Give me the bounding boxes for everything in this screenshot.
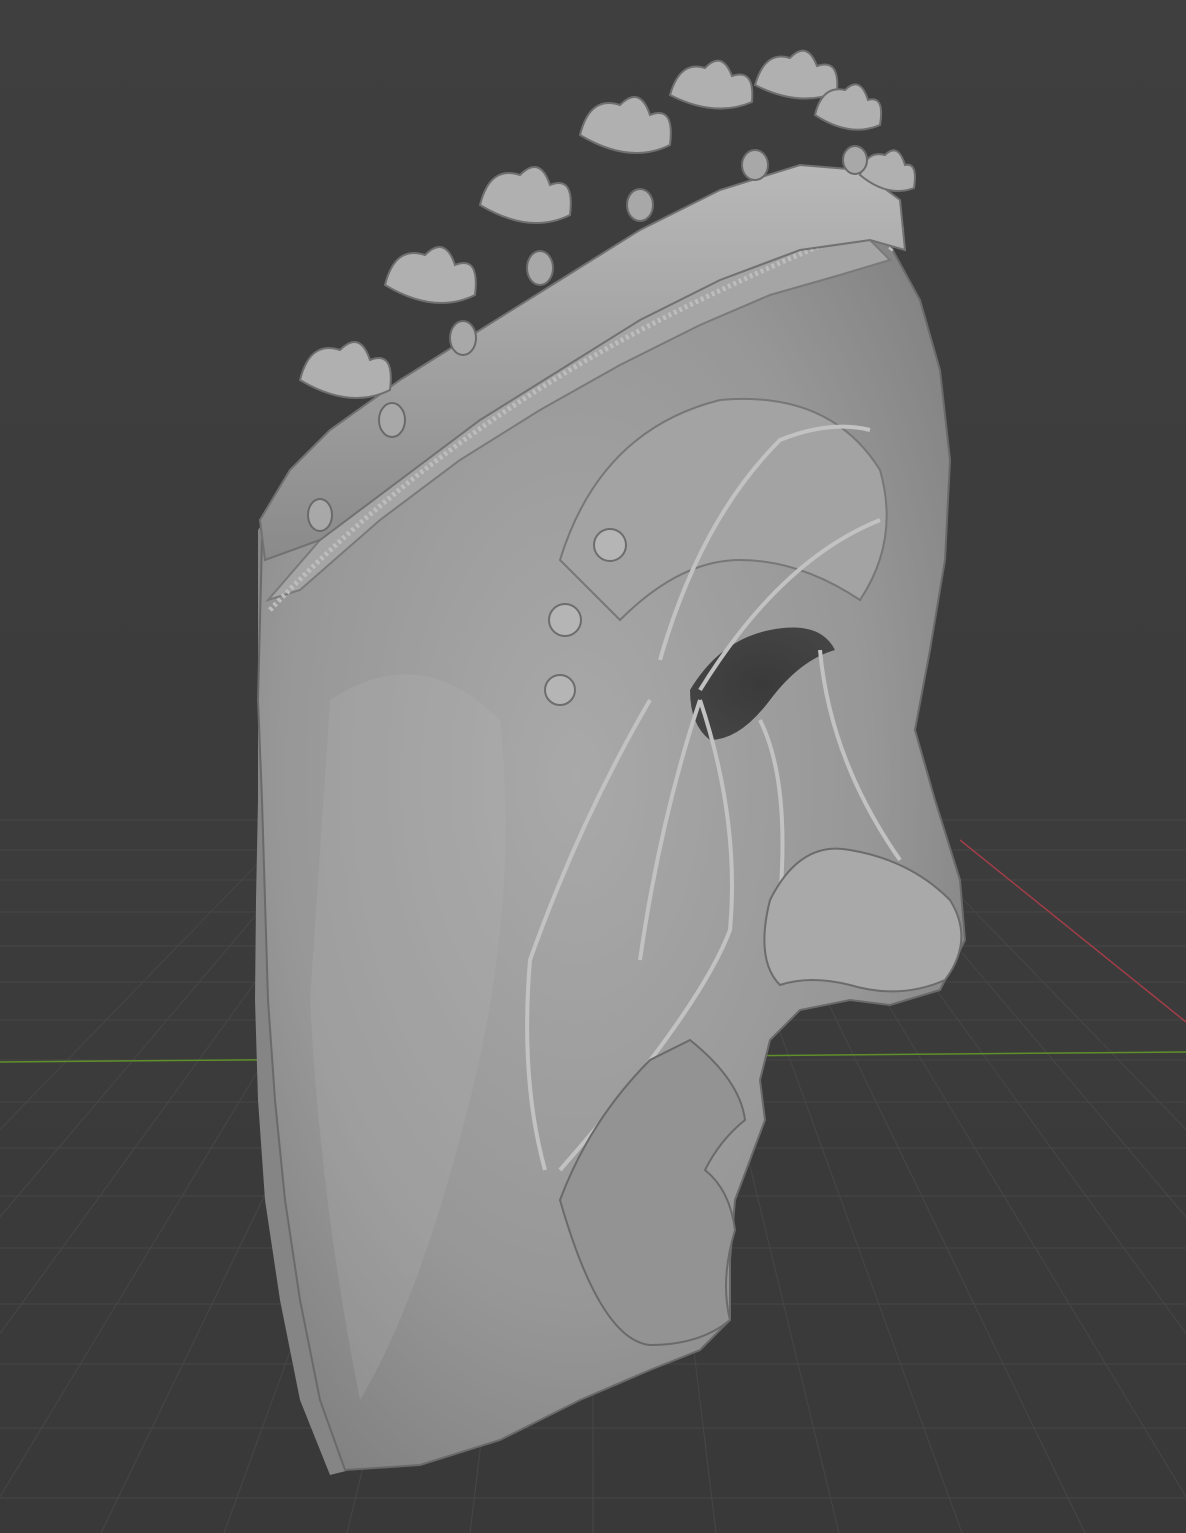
3d-viewport[interactable] [0,0,1186,1533]
viewport-canvas[interactable] [0,0,1186,1533]
